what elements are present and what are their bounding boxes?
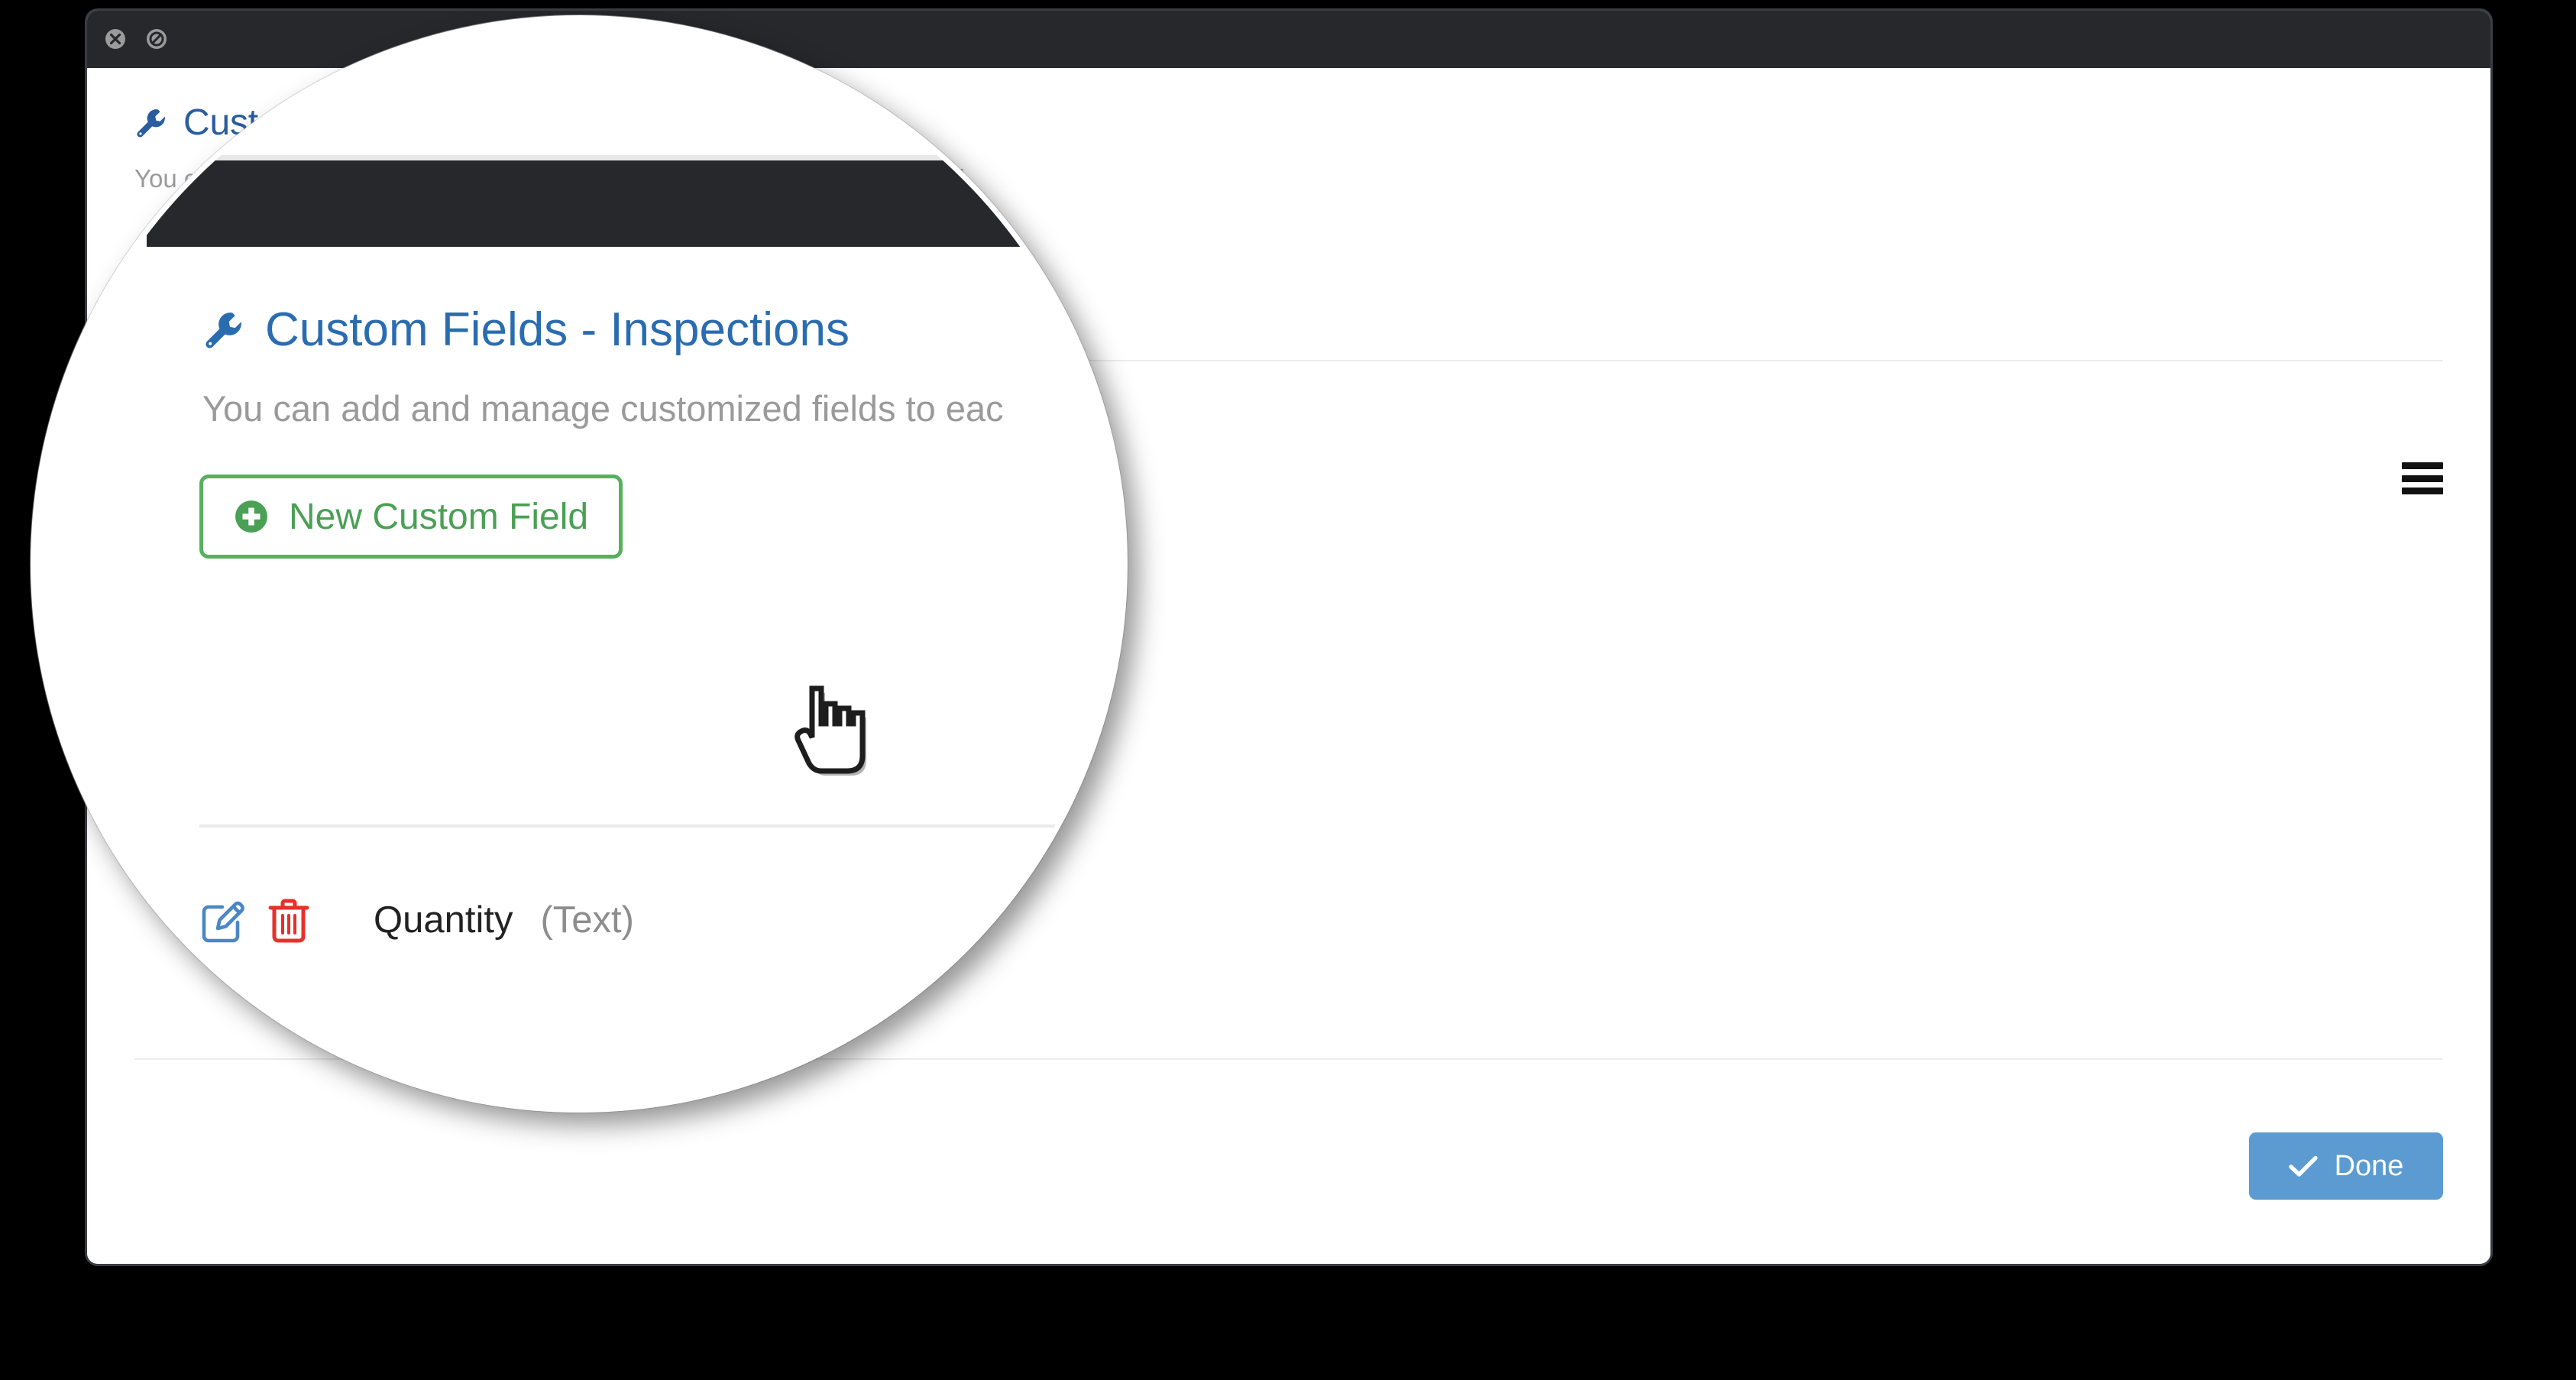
magnified-page-description: You can add and manage customized fields… (202, 388, 1004, 429)
magnified-page-title: Custom Fields - Inspections (202, 306, 1122, 354)
done-button-label: Done (2334, 1149, 2404, 1182)
new-custom-field-button[interactable]: New Custom Field (199, 475, 623, 559)
hamburger-bar (2402, 475, 2443, 482)
custom-field-type: (Text) (540, 899, 634, 941)
magnifier-content: Custom Fields - Inspections You can add … (36, 21, 1122, 1107)
magnified-list-divider (199, 824, 1122, 828)
custom-field-row: Quantity (Text) (199, 893, 634, 947)
plus-circle-icon (234, 499, 269, 534)
wrench-icon (202, 309, 245, 351)
check-icon (2288, 1155, 2318, 1178)
pointing-hand-cursor (788, 675, 887, 789)
new-custom-field-label: New Custom Field (289, 496, 589, 537)
hamburger-bar (2402, 462, 2443, 469)
done-button[interactable]: Done (2249, 1132, 2443, 1200)
magnified-titlebar-highlight (147, 155, 1033, 160)
hamburger-icon[interactable] (2402, 462, 2443, 494)
magnifier-lens: Custom Fields - Inspections You can add … (31, 15, 1128, 1113)
edit-pencil-icon[interactable] (199, 893, 267, 947)
custom-field-name: Quantity (374, 899, 513, 941)
trash-icon[interactable] (267, 893, 334, 947)
magnified-page-title-text: Custom Fields - Inspections (265, 303, 849, 356)
magnified-dialog: Custom Fields - Inspections You can add … (36, 247, 1122, 943)
magnified-titlebar (147, 160, 1033, 247)
magnified-header: Custom Fields - Inspections You can add … (36, 306, 1122, 430)
hamburger-bar (2402, 488, 2443, 494)
